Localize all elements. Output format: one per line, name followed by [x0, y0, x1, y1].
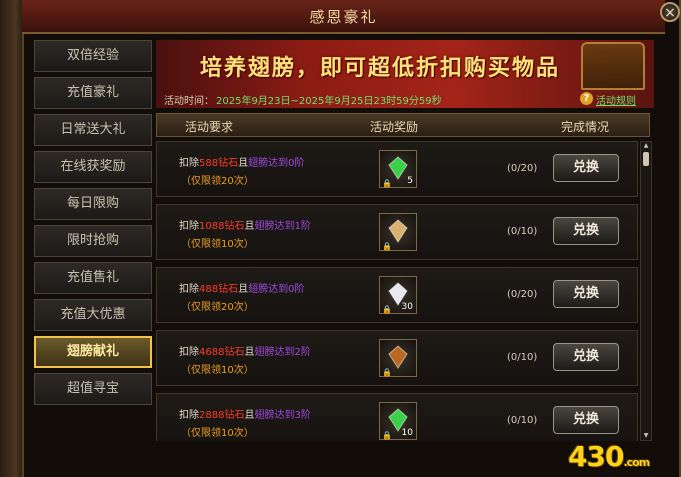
scroll-down-icon[interactable]: ▼ [642, 433, 650, 439]
claim-progress: (0/20) [507, 163, 538, 174]
req-connector: 且 [244, 410, 255, 421]
req-prefix: 扣除 [179, 410, 199, 421]
lock-icon: 🔒 [382, 179, 392, 188]
site-logo: 430.com [568, 440, 650, 473]
wing-condition: 翅膀达到3阶 [254, 410, 311, 421]
scroll-up-icon[interactable]: ▲ [642, 143, 650, 149]
diamond-cost: 588钻石 [199, 158, 239, 169]
diamond-cost: 488钻石 [199, 284, 239, 295]
table-row: 扣除2888钻石且翅膀达到3阶 （仅限领10次） 🔒 10 (0/10) 兑换 [156, 393, 638, 441]
claim-limit: （仅限领20次） [181, 302, 254, 313]
requirement-text: 扣除488钻石且翅膀达到0阶 [179, 280, 304, 295]
sidebar: 双倍经验 充值豪礼 日常送大礼 在线获奖励 每日限购 限时抢购 充值售礼 充值大… [34, 40, 152, 410]
table-row: 扣除588钻石且翅膀达到0阶 （仅限领20次） 🔒 5 (0/20) 兑换 [156, 141, 638, 197]
req-connector: 且 [238, 158, 249, 169]
req-connector: 且 [244, 221, 255, 232]
claim-progress: (0/20) [507, 289, 538, 300]
requirement-text: 扣除2888钻石且翅膀达到3阶 [179, 406, 311, 421]
exchange-button[interactable]: 兑换 [553, 217, 619, 245]
table-row: 扣除1088钻石且翅膀达到1阶 （仅限领10次） 🔒 (0/10) 兑换 [156, 204, 638, 260]
sidebar-item-recharge-discount[interactable]: 充值大优惠 [34, 299, 152, 331]
claim-progress: (0/10) [507, 226, 538, 237]
sidebar-item-online-reward[interactable]: 在线获奖励 [34, 151, 152, 183]
lock-icon: 🔒 [382, 305, 392, 314]
requirement-text: 扣除1088钻石且翅膀达到1阶 [179, 217, 311, 232]
req-prefix: 扣除 [179, 284, 199, 295]
table-row: 扣除4688钻石且翅膀达到2阶 （仅限领10次） 🔒 (0/10) 兑换 [156, 330, 638, 386]
sidebar-item-treasure-hunt[interactable]: 超值寻宝 [34, 373, 152, 405]
table-header: 活动要求 活动奖励 完成情况 [156, 113, 650, 137]
claim-limit: （仅限领10次） [181, 428, 254, 439]
wing-condition: 翅膀达到2阶 [254, 347, 311, 358]
event-banner: 培养翅膀，即可超低折扣购买物品 活动时间： 2025年9月23日~2025年9月… [156, 40, 654, 108]
item-count: 5 [407, 176, 413, 186]
event-rules-link[interactable]: 活动规则 [596, 92, 636, 107]
req-prefix: 扣除 [179, 347, 199, 358]
wing-condition: 翅膀达到1阶 [254, 221, 311, 232]
lock-icon: 🔒 [382, 368, 392, 377]
reward-list: 扣除588钻石且翅膀达到0阶 （仅限领20次） 🔒 5 (0/20) 兑换 扣除1088钻石… [156, 141, 640, 441]
wing-condition: 翅膀达到0阶 [248, 284, 305, 295]
item-count: 30 [401, 302, 413, 312]
event-time-value: 2025年9月23日~2025年9月25日23时59分59秒 [216, 96, 442, 107]
req-connector: 且 [244, 347, 255, 358]
logo-text: 430 [568, 440, 624, 473]
wing-condition: 翅膀达到0阶 [248, 158, 305, 169]
sidebar-item-recharge-gift[interactable]: 充值豪礼 [34, 77, 152, 109]
header-status: 完成情况 [561, 120, 610, 134]
diamond-cost: 2888钻石 [199, 410, 245, 421]
exchange-button[interactable]: 兑换 [553, 343, 619, 371]
treasure-chest-icon [581, 42, 645, 90]
help-icon[interactable]: ? [580, 92, 593, 105]
sidebar-item-daily-limit[interactable]: 每日限购 [34, 188, 152, 220]
scroll-thumb[interactable] [643, 152, 649, 166]
req-connector: 且 [238, 284, 249, 295]
sidebar-item-double-exp[interactable]: 双倍经验 [34, 40, 152, 72]
item-count: 10 [401, 428, 413, 438]
close-icon[interactable]: × [660, 2, 680, 22]
banner-headline: 培养翅膀，即可超低折扣购买物品 [200, 55, 561, 81]
claim-limit: （仅限领20次） [181, 176, 254, 187]
req-prefix: 扣除 [179, 158, 199, 169]
logo-suffix: .com [623, 456, 650, 469]
reward-item-slot[interactable]: 🔒 10 [379, 402, 417, 440]
reward-item-icon [388, 156, 408, 180]
exchange-button[interactable]: 兑换 [553, 154, 619, 182]
requirement-text: 扣除4688钻石且翅膀达到2阶 [179, 343, 311, 358]
sidebar-item-daily-gift[interactable]: 日常送大礼 [34, 114, 152, 146]
req-prefix: 扣除 [179, 221, 199, 232]
diamond-cost: 1088钻石 [199, 221, 245, 232]
claim-limit: （仅限领10次） [181, 239, 254, 250]
claim-progress: (0/10) [507, 352, 538, 363]
header-requirement: 活动要求 [185, 120, 234, 134]
lock-icon: 🔒 [382, 431, 392, 440]
reward-item-icon [388, 345, 408, 369]
sidebar-item-wing-gift[interactable]: 翅膀献礼 [34, 336, 152, 368]
exchange-button[interactable]: 兑换 [553, 280, 619, 308]
header-reward: 活动奖励 [370, 120, 419, 134]
reward-item-slot[interactable]: 🔒 [379, 339, 417, 377]
diamond-cost: 4688钻石 [199, 347, 245, 358]
reward-item-icon [388, 219, 408, 243]
exchange-button[interactable]: 兑换 [553, 406, 619, 434]
sidebar-item-recharge-sale[interactable]: 充值售礼 [34, 262, 152, 294]
event-time-label: 活动时间： [164, 96, 214, 107]
sidebar-item-flash-sale[interactable]: 限时抢购 [34, 225, 152, 257]
title-bar: 感恩豪礼 [22, 0, 665, 34]
claim-progress: (0/10) [507, 415, 538, 426]
lock-icon: 🔒 [382, 242, 392, 251]
scrollbar[interactable]: ▲ ▼ [640, 141, 652, 441]
requirement-text: 扣除588钻石且翅膀达到0阶 [179, 154, 304, 169]
claim-limit: （仅限领10次） [181, 365, 254, 376]
reward-item-slot[interactable]: 🔒 [379, 213, 417, 251]
reward-item-slot[interactable]: 🔒 5 [379, 150, 417, 188]
window-title: 感恩豪礼 [309, 8, 378, 26]
reward-item-slot[interactable]: 🔒 30 [379, 276, 417, 314]
table-row: 扣除488钻石且翅膀达到0阶 （仅限领20次） 🔒 30 (0/20) 兑换 [156, 267, 638, 323]
